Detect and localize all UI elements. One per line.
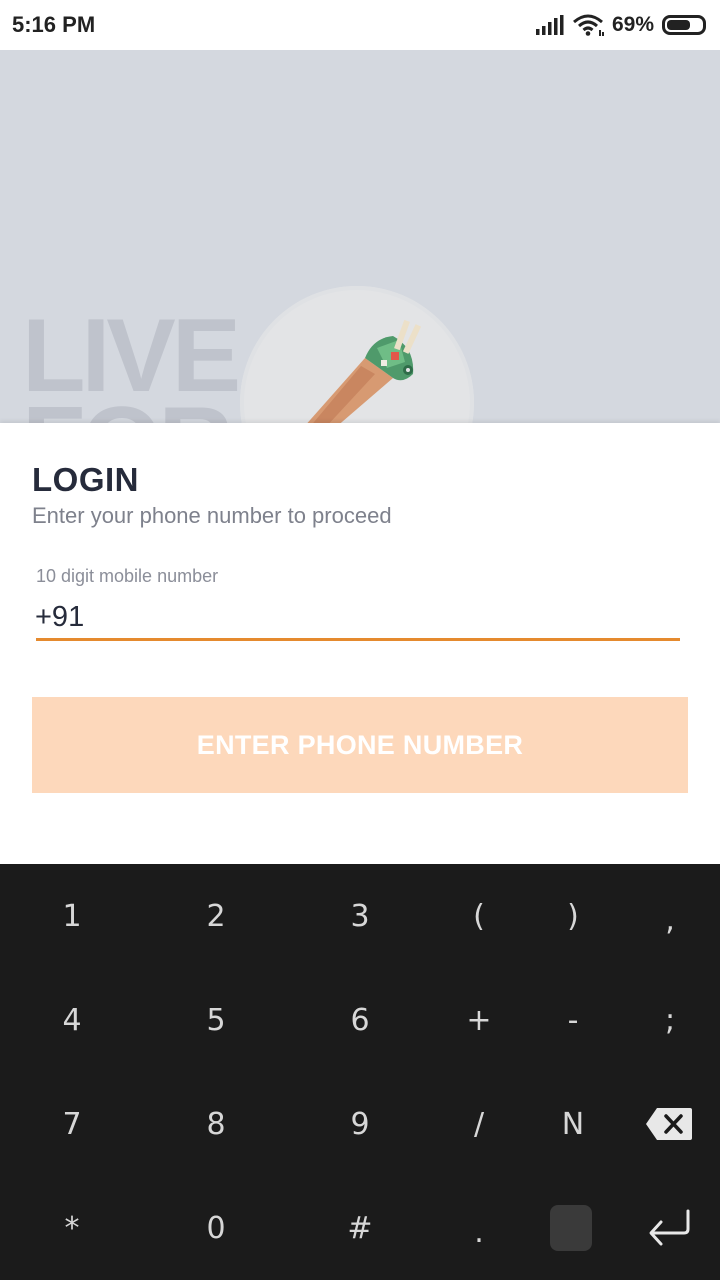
key-hash[interactable]: # — [305, 1180, 415, 1276]
login-title: LOGIN — [32, 461, 139, 498]
key-1[interactable]: 1 — [17, 868, 127, 964]
key-8[interactable]: 8 — [161, 1076, 271, 1172]
space-key[interactable] — [516, 1180, 626, 1276]
backspace-key[interactable] — [614, 1076, 720, 1172]
space-key-shape — [550, 1205, 592, 1251]
key-comma[interactable]: , — [615, 872, 720, 968]
battery-icon — [662, 15, 706, 35]
phone-input-underline — [36, 638, 680, 641]
hero-lettering: LIVE FOR — [22, 298, 241, 423]
key-minus[interactable]: - — [518, 972, 628, 1068]
enter-key[interactable] — [614, 1180, 720, 1276]
key-7[interactable]: 7 — [17, 1076, 127, 1172]
food-wrap-illustration — [307, 319, 422, 423]
numeric-keyboard: 1 2 3 ( ) , 4 5 6 + - ; 7 8 9 / N * 0 # … — [0, 864, 720, 1280]
login-card: LOGIN Enter your phone number to proceed… — [0, 423, 720, 864]
cellular-signal-icon — [535, 15, 564, 35]
key-semicolon[interactable]: ; — [615, 972, 720, 1068]
key-5[interactable]: 5 — [161, 972, 271, 1068]
enter-phone-number-button[interactable]: ENTER PHONE NUMBER — [32, 697, 688, 793]
key-6[interactable]: 6 — [305, 972, 415, 1068]
battery-percent: 69% — [611, 13, 654, 36]
key-0[interactable]: 0 — [161, 1180, 271, 1276]
key-9[interactable]: 9 — [305, 1076, 415, 1172]
backspace-icon — [646, 1108, 692, 1140]
status-bar: 5:16 PM 69% — [0, 0, 720, 50]
status-time: 5:16 PM — [12, 12, 96, 37]
status-icons: 69% — [535, 13, 706, 37]
key-4[interactable]: 4 — [17, 972, 127, 1068]
hero-banner: LIVE FOR — [0, 50, 720, 423]
key-3[interactable]: 3 — [305, 868, 415, 964]
battery-level-fill — [667, 20, 691, 30]
key-asterisk[interactable]: * — [17, 1180, 127, 1276]
phone-input[interactable]: +91 — [35, 601, 84, 634]
key-close-paren[interactable]: ) — [518, 868, 628, 964]
enter-icon — [649, 1209, 690, 1246]
phone-field-label: 10 digit mobile number — [36, 566, 219, 586]
login-subtitle: Enter your phone number to proceed — [32, 503, 392, 528]
key-n[interactable]: N — [518, 1076, 628, 1172]
wifi-icon — [572, 14, 604, 36]
key-2[interactable]: 2 — [161, 868, 271, 964]
